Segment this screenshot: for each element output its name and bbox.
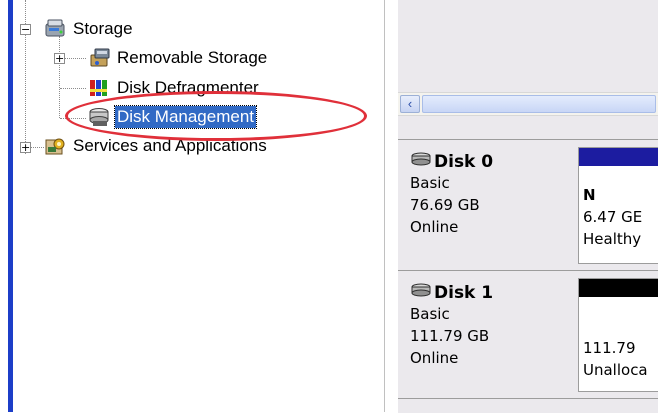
row-divider: [398, 139, 658, 140]
disk-icon: [410, 282, 432, 303]
tree-line: [60, 88, 86, 89]
disk-size: 76.69 GB: [410, 196, 480, 214]
disk-type: Basic: [410, 305, 450, 323]
partition-label: N: [583, 186, 596, 204]
left-accent-bar: [8, 0, 13, 412]
left-strip: [0, 0, 14, 412]
disk-size: 111.79 GB: [410, 327, 490, 345]
highlight-circle-annotation: [65, 91, 367, 141]
disk-view-pane: ‹ Disk 0 Basic 76.69 GB Online N 6.47 GE…: [398, 0, 658, 413]
expand-toggle[interactable]: +: [54, 53, 65, 64]
disk-status: Online: [410, 349, 459, 367]
disk-name-text: Disk 1: [434, 282, 494, 303]
horizontal-scrollbar[interactable]: ‹: [398, 92, 658, 116]
partition-status: Unalloca: [583, 361, 648, 379]
services-icon: [44, 135, 68, 157]
disk-defragmenter-icon: [88, 77, 112, 99]
disk-row[interactable]: Disk 0 Basic 76.69 GB Online N 6.47 GE H…: [398, 139, 658, 269]
partition-size: 111.79: [583, 339, 636, 357]
scroll-thumb[interactable]: [422, 95, 656, 113]
partition-color-bar: [579, 148, 658, 166]
tree-line: [59, 36, 60, 118]
tree-item-label: Removable Storage: [117, 48, 268, 67]
partition-status: Healthy: [583, 230, 642, 248]
tree-line: [64, 58, 86, 59]
collapse-toggle[interactable]: −: [20, 24, 31, 35]
tree-item-label: Storage: [73, 19, 133, 38]
disk-icon: [410, 151, 432, 172]
console-tree: − Storage + Removable Storage Disk Defra…: [14, 0, 384, 412]
disk-info: Disk 0 Basic 76.69 GB Online: [410, 151, 493, 238]
tree-line: [30, 147, 44, 148]
disk-name: Disk 0: [410, 151, 493, 172]
expand-toggle[interactable]: +: [20, 142, 31, 153]
partition-size: 6.47 GE: [583, 208, 643, 226]
pane-splitter[interactable]: [384, 0, 399, 412]
disk-info: Disk 1 Basic 111.79 GB Online: [410, 282, 493, 369]
removable-storage-icon: [88, 47, 112, 69]
disk-row[interactable]: Disk 1 Basic 111.79 GB Online 111.79 Una…: [398, 270, 658, 400]
row-divider: [398, 270, 658, 271]
next-disk-row-edge: [398, 398, 658, 413]
partition-block[interactable]: 111.79 Unalloca: [578, 278, 658, 392]
partition-block[interactable]: N 6.47 GE Healthy: [578, 147, 658, 264]
volume-list-area: [398, 0, 658, 92]
disk-type: Basic: [410, 174, 450, 192]
disk-name: Disk 1: [410, 282, 493, 303]
disk-name-text: Disk 0: [434, 151, 494, 172]
tree-item-removable-storage[interactable]: Removable Storage: [88, 47, 269, 69]
disk-status: Online: [410, 218, 459, 236]
partition-color-bar: [579, 279, 658, 297]
storage-icon: [44, 18, 68, 40]
tree-item-storage[interactable]: Storage: [44, 18, 135, 40]
scroll-left-button[interactable]: ‹: [400, 95, 420, 113]
